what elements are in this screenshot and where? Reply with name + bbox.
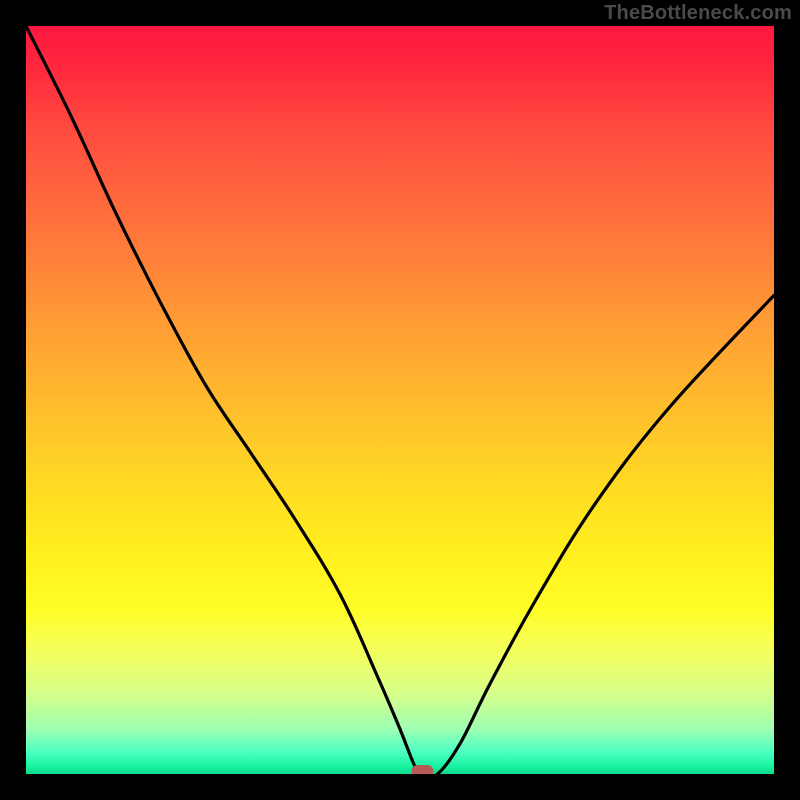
plot-area bbox=[26, 26, 774, 774]
watermark-text: TheBottleneck.com bbox=[604, 2, 792, 25]
bottleneck-curve bbox=[26, 26, 774, 774]
chart-frame: TheBottleneck.com bbox=[0, 0, 800, 800]
curve-svg bbox=[26, 26, 774, 774]
minimum-marker bbox=[411, 765, 433, 774]
